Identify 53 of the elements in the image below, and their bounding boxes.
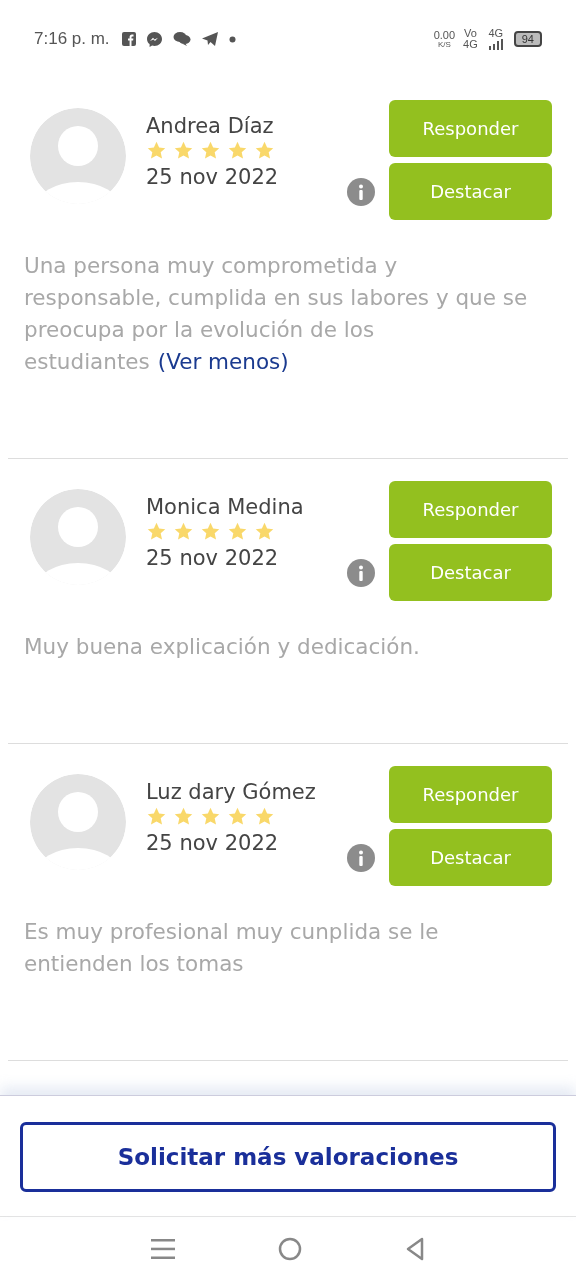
star-icon <box>227 521 248 542</box>
star-icon <box>200 521 221 542</box>
highlight-button[interactable]: Destacar <box>389 163 552 220</box>
send-icon <box>200 31 219 47</box>
star-icon <box>200 806 221 827</box>
reply-button[interactable]: Responder <box>389 100 552 157</box>
review-date: 25 nov 2022 <box>146 546 280 570</box>
star-icon <box>173 521 194 542</box>
star-icon <box>173 806 194 827</box>
highlight-button[interactable]: Destacar <box>389 544 552 601</box>
reply-button[interactable]: Responder <box>389 481 552 538</box>
reply-button[interactable]: Responder <box>389 766 552 823</box>
avatar-icon <box>30 489 126 585</box>
review-text: Una persona muy comprometida y responsable, cumplida en sus labores y que se preocupa por la evolución de los estudiantes (Ver menos) <box>24 252 528 376</box>
reviewer-name: Luz dary Gómez <box>146 780 317 804</box>
dot-icon <box>228 35 236 43</box>
review-date: 25 nov 2022 <box>146 831 280 855</box>
review-text: Muy buena explicación y dedicación. <box>24 633 421 661</box>
star-icon <box>254 521 275 542</box>
avatar-icon <box>30 108 126 204</box>
battery-indicator: 94 <box>513 31 542 47</box>
avatar-icon <box>30 774 126 870</box>
see-less-link[interactable]: (Ver menos) <box>157 349 289 374</box>
highlight-button[interactable]: Destacar <box>389 829 552 886</box>
volte-label: Vo <box>463 28 477 39</box>
star-icon <box>227 140 248 161</box>
data-speed: 0.00 <box>433 29 456 41</box>
star-icon <box>146 140 167 161</box>
star-icon <box>146 521 167 542</box>
star-icon <box>254 140 275 161</box>
info-icon[interactable] <box>347 844 375 872</box>
volte-network: 4G <box>463 39 478 50</box>
star-icon <box>254 806 275 827</box>
request-ratings-button[interactable]: Solicitar más valoraciones <box>20 1122 556 1192</box>
chat-icon <box>172 31 191 47</box>
info-icon[interactable] <box>347 178 375 206</box>
speed-unit: K/S <box>437 40 451 49</box>
star-icon <box>173 140 194 161</box>
reviewer-name: Monica Medina <box>146 495 305 519</box>
review-date: 25 nov 2022 <box>146 165 280 189</box>
review-text: Es muy profesional muy cunplida se le entienden los tomas <box>24 918 440 978</box>
info-icon[interactable] <box>347 559 375 587</box>
menu-icon[interactable] <box>151 1237 176 1260</box>
back-icon[interactable] <box>404 1236 425 1261</box>
home-icon[interactable] <box>278 1236 302 1261</box>
reviewer-name: Andrea Díaz <box>146 114 275 138</box>
network-label: 4G <box>488 28 504 39</box>
facebook-icon <box>121 32 136 46</box>
status-time: 7:16 p. m. <box>34 29 110 49</box>
star-icon <box>146 806 167 827</box>
messenger-icon <box>145 30 163 48</box>
star-icon <box>227 806 248 827</box>
star-icon <box>200 140 221 161</box>
